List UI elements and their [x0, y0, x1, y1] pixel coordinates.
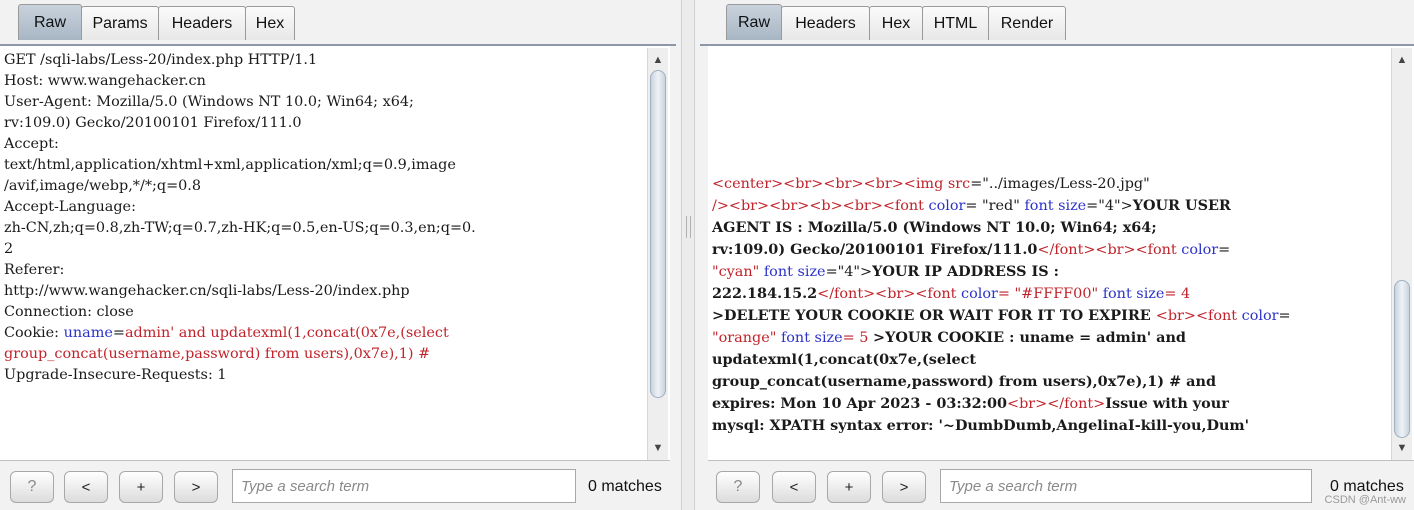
- cookie-param-value-cont: group_concat(username,password) from use…: [4, 346, 431, 362]
- request-line: zh-CN,zh;q=0.8,zh-TW;q=0.7,zh-HK;q=0.5,e…: [4, 220, 476, 236]
- html-attr-value: =: [1278, 308, 1291, 324]
- response-markup: <br><font: [1155, 308, 1242, 324]
- html-attr-value: "cyan": [712, 264, 764, 280]
- request-editor[interactable]: GET /sqli-labs/Less-20/index.php HTTP/1.…: [0, 46, 670, 461]
- response-tab-html[interactable]: HTML: [922, 6, 989, 40]
- request-line: Connection: close: [4, 304, 134, 320]
- splitter-grip[interactable]: [686, 216, 691, 238]
- response-markup: <center><br><br><br><img: [712, 176, 948, 192]
- html-attr-value: = "#FFFF00": [997, 286, 1103, 302]
- response-body-text: YOUR USER: [1132, 197, 1231, 214]
- scroll-up-arrow-icon[interactable]: ▲: [648, 50, 668, 70]
- html-attr-value: = 5: [842, 330, 874, 346]
- scroll-down-arrow-icon[interactable]: ▼: [648, 438, 668, 458]
- request-text[interactable]: GET /sqli-labs/Less-20/index.php HTTP/1.…: [4, 50, 644, 386]
- previous-match-button[interactable]: <: [772, 471, 816, 503]
- html-attr-name: color: [1241, 308, 1279, 324]
- response-markup: </font><br><font: [817, 286, 962, 302]
- html-attr-name: color: [961, 286, 998, 302]
- request-line: Upgrade-Insecure-Requests: 1: [4, 367, 227, 383]
- html-attr-name: font size: [763, 264, 826, 280]
- request-line: Referer:: [4, 262, 65, 278]
- html-attr-value: = 4: [1164, 286, 1191, 302]
- watermark: CSDN @Ant-ww: [1324, 494, 1406, 506]
- response-body-text: YOUR IP ADDRESS IS :: [872, 263, 1059, 280]
- cookie-equals: =: [112, 325, 125, 341]
- response-scroll-thumb[interactable]: [1394, 280, 1410, 438]
- request-line: rv:109.0) Gecko/20100101 Firefox/111.0: [4, 115, 302, 131]
- request-line: 2: [4, 241, 14, 257]
- cookie-param-value: admin' and updatexml(1,concat(0x7e,(sele…: [124, 325, 449, 341]
- response-body-text: updatexml(1,concat(0x7e,(select: [712, 351, 977, 368]
- request-scroll-thumb[interactable]: [650, 70, 666, 398]
- cookie-header-name: Cookie:: [4, 325, 64, 341]
- response-search-input[interactable]: [940, 469, 1312, 503]
- html-attr-name: font size: [780, 330, 843, 346]
- add-search-button[interactable]: +: [119, 471, 163, 503]
- html-attr-value: "orange": [712, 330, 781, 346]
- response-markup: </font><br><font: [1037, 242, 1182, 258]
- response-markup: <br></font>: [1007, 396, 1106, 412]
- response-tab-raw[interactable]: Raw: [726, 4, 782, 40]
- response-tabbar: Raw Headers Hex HTML Render: [700, 0, 1414, 46]
- request-line: http://www.wangehacker.cn/sqli-labs/Less…: [4, 283, 410, 299]
- html-attr-name: font size: [1102, 286, 1165, 302]
- response-body-text: mysql: XPATH syntax error: '~DumbDumb,An…: [712, 417, 1250, 434]
- html-attr-value: =: [1218, 242, 1231, 258]
- html-attr-value: ="../images/Less-20.jpg": [970, 176, 1150, 192]
- html-attr-value: ="4">: [825, 264, 873, 280]
- response-body-text: group_concat(username,password) from use…: [712, 373, 1217, 390]
- scroll-down-arrow-icon[interactable]: ▼: [1392, 438, 1412, 458]
- html-attr-value: ="4">: [1086, 198, 1133, 214]
- request-line: Host: www.wangehacker.cn: [4, 73, 206, 89]
- html-attr-value: = "red": [965, 198, 1025, 214]
- request-search-input[interactable]: [232, 469, 576, 503]
- request-tab-raw[interactable]: Raw: [18, 4, 82, 40]
- response-tab-headers[interactable]: Headers: [781, 6, 870, 40]
- add-search-button[interactable]: +: [827, 471, 871, 503]
- request-line: User-Agent: Mozilla/5.0 (Windows NT 10.0…: [4, 94, 414, 110]
- request-tab-hex[interactable]: Hex: [245, 6, 295, 40]
- response-body-text: >YOUR COOKIE : uname = admin' and: [873, 329, 1186, 346]
- previous-match-button[interactable]: <: [64, 471, 108, 503]
- response-body-text: >DELETE YOUR COOKIE OR WAIT FOR IT TO EX…: [712, 307, 1156, 324]
- html-attr-name: font size: [1024, 198, 1087, 214]
- help-button[interactable]: ?: [10, 471, 54, 503]
- html-attr-name: src: [947, 176, 971, 192]
- response-tab-render[interactable]: Render: [988, 6, 1066, 40]
- response-body-text: rv:109.0) Gecko/20100101 Firefox/111.0: [712, 241, 1038, 258]
- request-pane: Raw Params Headers Hex GET /sqli-labs/Le…: [0, 0, 676, 510]
- next-match-button[interactable]: >: [174, 471, 218, 503]
- request-tab-params[interactable]: Params: [81, 6, 159, 40]
- request-line: /avif,image/webp,*/*;q=0.8: [4, 178, 202, 194]
- request-line: Accept-Language:: [4, 199, 136, 215]
- request-line: text/html,application/xhtml+xml,applicat…: [4, 157, 456, 173]
- response-pane: Raw Headers Hex HTML Render <center><br>…: [700, 0, 1414, 510]
- request-match-count: 0 matches: [588, 478, 662, 495]
- scroll-up-arrow-icon[interactable]: ▲: [1392, 50, 1412, 70]
- response-editor[interactable]: <center><br><br><br><img src="../images/…: [708, 46, 1414, 461]
- html-attr-name: color: [1181, 242, 1219, 258]
- request-scrollbar[interactable]: ▲ ▼: [647, 48, 668, 460]
- request-line: GET /sqli-labs/Less-20/index.php HTTP/1.…: [4, 52, 318, 68]
- response-body-text: AGENT IS : Mozilla/5.0 (Windows NT 10.0;…: [712, 219, 1157, 236]
- request-searchbar: ? < + > 0 matches: [0, 466, 676, 510]
- response-scrollbar[interactable]: ▲ ▼: [1391, 48, 1412, 460]
- response-body-text: expires: Mon 10 Apr 2023 - 03:32:00: [712, 395, 1008, 412]
- response-text[interactable]: <center><br><br><br><img src="../images/…: [712, 174, 1388, 437]
- next-match-button[interactable]: >: [882, 471, 926, 503]
- html-attr-name: color: [928, 198, 966, 214]
- cookie-param-name: uname: [63, 325, 113, 341]
- response-searchbar: ? < + > 0 matches: [700, 466, 1414, 510]
- response-body-text: 222.184.15.2: [712, 285, 818, 302]
- request-tab-headers[interactable]: Headers: [158, 6, 246, 40]
- response-body-text: Issue with your: [1105, 395, 1229, 412]
- response-markup: /><br><br><b><br><font: [712, 198, 929, 214]
- request-line: Accept:: [4, 136, 59, 152]
- pane-splitter[interactable]: [681, 0, 695, 510]
- help-button[interactable]: ?: [716, 471, 760, 503]
- request-tabbar: Raw Params Headers Hex: [0, 0, 676, 46]
- response-tab-hex[interactable]: Hex: [869, 6, 923, 40]
